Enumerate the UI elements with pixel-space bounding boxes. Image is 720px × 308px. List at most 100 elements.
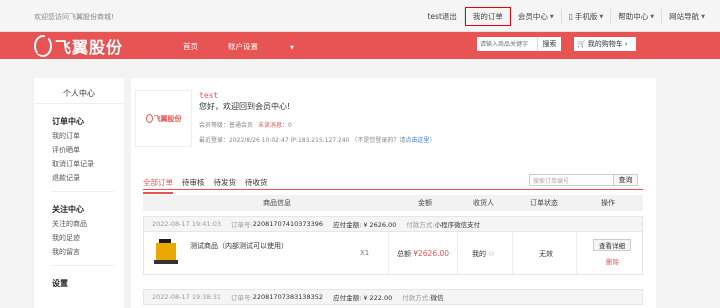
view-details-button[interactable]: 查看详细 — [593, 239, 631, 251]
last-login: 最近登录：2022/8/26 10:02:47 IP:183.215.127.2… — [199, 135, 435, 144]
sidebar-item-messages[interactable]: 我的留言 — [52, 247, 124, 257]
order-row: 2022-08-17 19:38:31 订单号: 2208170738313835… — [143, 289, 643, 305]
site-nav-label: 网站导航 — [669, 12, 700, 21]
mobile-link[interactable]: ▯ 手机版 ▼ — [562, 9, 612, 24]
tab-pending-shipment[interactable]: 待发货 — [214, 177, 237, 194]
header: 飞翼股份 首页 账户设置 ▼ 搜索 🛒 我的购物车 › — [0, 32, 720, 59]
person-icon: ⚇ — [488, 250, 495, 258]
username: test — [199, 91, 219, 100]
level-value: 普通会员 — [229, 122, 254, 129]
logout-link[interactable]: test退出 — [421, 9, 465, 24]
last-login-value: 2022/8/26 10:02:47 IP:183.215.127.240 — [229, 137, 350, 144]
order-body: 测试商品（内部测试可以使用） X1 总额 ¥2626.00 我的 ⚇ 无效 查看… — [144, 232, 642, 274]
help-center-label: 帮助中心 — [618, 12, 649, 21]
profile-logo-text: 飞翼股份 — [153, 113, 182, 123]
pay-method: 小程序微信支付 — [434, 221, 481, 229]
main-content: 飞翼股份 test 您好，欢迎回到会员中心! 会员等级：普通会员 未读消息：0 … — [131, 78, 656, 308]
sidebar-item-my-orders[interactable]: 我的订单 — [52, 131, 124, 141]
sidebar-item-cancelled[interactable]: 取消订单记录 — [52, 159, 124, 169]
tab-all-orders[interactable]: 全部订单 — [143, 177, 173, 194]
tab-underline — [143, 189, 643, 190]
pay-label: 付款方式: — [406, 221, 435, 229]
order-tabs: 全部订单 待审核 待发货 待收货 — [143, 177, 277, 194]
tab-pending-review[interactable]: 待审核 — [182, 177, 205, 194]
top-links: test退出 我的订单 会员中心 ▼ ▯ 手机版 ▼ 帮助中心 ▼ 网站导航 ▼ — [421, 7, 712, 26]
order-search-button[interactable]: 查询 — [614, 174, 638, 186]
top-bar: 欢迎您访问飞翼股份商城! test退出 我的订单 会员中心 ▼ ▯ 手机版 ▼ 帮助中… — [0, 0, 720, 32]
order-status: 无效 — [539, 250, 553, 258]
chevron-down-icon: ▼ — [290, 45, 294, 51]
cart-label: 我的购物车 — [587, 40, 623, 48]
site-logo[interactable]: 飞翼股份 — [34, 34, 123, 58]
total-label: 总额 — [397, 250, 411, 258]
delete-link[interactable]: 删除 — [606, 256, 619, 266]
profile-logo: 飞翼股份 — [145, 113, 182, 124]
order-total: 总额 ¥2626.00 — [397, 249, 449, 259]
sidebar-item-footprints[interactable]: 我的足迹 — [52, 233, 124, 243]
product-name[interactable]: 测试商品（内部测试可以使用） — [190, 242, 288, 251]
unread-label[interactable]: 未读消息： — [258, 122, 288, 129]
chevron-down-icon: ▼ — [650, 13, 655, 20]
col-receiver: 收货人 — [473, 199, 494, 207]
order-search: 搜索订单编号 查询 — [529, 174, 638, 186]
last-login-note: （不是您登录的？请 — [351, 137, 406, 144]
chevron-down-icon: ▼ — [599, 13, 604, 20]
order-row: 2022-08-17 19:41:03 订单号: 2208170741037339… — [143, 216, 643, 275]
my-orders-link[interactable]: 我的订单 — [464, 7, 511, 26]
user-info: test 您好，欢迎回到会员中心! 会员等级：普通会员 未读消息：0 最近登录：… — [199, 91, 435, 144]
table-header: 商品信息 金额 收货人 订单状态 操作 — [143, 195, 643, 211]
product-image-part — [156, 243, 176, 261]
order-no-label: 订单号: — [231, 221, 253, 229]
sidebar-heading: 设置 — [52, 279, 68, 288]
divider — [388, 232, 389, 274]
click-here-link[interactable]: 点击这里 — [405, 137, 429, 144]
col-status: 订单状态 — [530, 199, 558, 207]
sidebar-item-refunds[interactable]: 退款记录 — [52, 173, 124, 183]
sidebar-group-settings: 设置 — [52, 278, 124, 289]
col-actions: 操作 — [601, 199, 615, 207]
sidebar-item-followed-goods[interactable]: 关注的商品 — [52, 219, 124, 229]
order-no: 22081707410373396 — [252, 220, 324, 228]
main-nav: 首页 账户设置 ▼ — [183, 41, 354, 52]
col-amount: 金额 — [418, 199, 432, 207]
help-center-link[interactable]: 帮助中心 ▼ — [611, 9, 663, 24]
divider — [52, 191, 114, 192]
level-label: 会员等级： — [199, 122, 230, 129]
last-login-label: 最近登录： — [199, 137, 230, 144]
order-amount: 应付金额: ¥ 2626.00 — [333, 221, 397, 229]
receiver-name: 我的 — [472, 250, 486, 258]
order-no: 22081707383138352 — [252, 293, 324, 301]
logo-text: 飞翼股份 — [55, 38, 124, 57]
search-input[interactable] — [477, 37, 537, 51]
cart-button[interactable]: 🛒 我的购物车 › — [574, 37, 636, 51]
receiver: 我的 ⚇ — [472, 249, 495, 259]
chevron-down-icon: ▼ — [549, 13, 554, 20]
search-button[interactable]: 搜索 — [537, 37, 561, 51]
product-image[interactable] — [150, 236, 182, 268]
sidebar-heading: 订单中心 — [52, 117, 84, 126]
nav-home[interactable]: 首页 — [183, 41, 198, 52]
order-no-label: 订单号: — [231, 294, 253, 302]
tab-pending-receipt[interactable]: 待收货 — [245, 177, 268, 194]
order-header: 2022-08-17 19:38:31 订单号: 2208170738313835… — [144, 290, 642, 305]
nav-account-settings[interactable]: 账户设置 ▼ — [228, 41, 324, 52]
chevron-right-icon: › — [624, 40, 628, 48]
sidebar-group-follow: 关注中心 关注的商品 我的足迹 我的留言 — [52, 204, 124, 266]
order-header: 2022-08-17 19:41:03 订单号: 2208170741037339… — [144, 217, 642, 232]
sidebar-group-orders: 订单中心 我的订单 评价晒单 取消订单记录 退款记录 — [52, 116, 124, 192]
sidebar-item-reviews[interactable]: 评价晒单 — [52, 145, 124, 155]
order-search-input[interactable]: 搜索订单编号 — [529, 174, 614, 186]
sidebar-title: 个人中心 — [34, 88, 124, 104]
order-amount: 应付金额: ¥ 222.00 — [333, 294, 393, 302]
phone-icon: ▯ — [568, 12, 573, 21]
site-nav-link[interactable]: 网站导航 ▼ — [662, 9, 712, 24]
cart-icon: 🛒 — [577, 40, 586, 48]
avatar: 飞翼股份 — [135, 90, 192, 147]
member-center-link[interactable]: 会员中心 ▼ — [511, 9, 562, 24]
sidebar-heading: 关注中心 — [52, 205, 84, 214]
col-product: 商品信息 — [263, 199, 291, 207]
product-image-part — [154, 260, 178, 264]
site-search: 搜索 — [477, 37, 561, 51]
unread-value: 0 — [287, 122, 292, 129]
logo-icon — [145, 114, 153, 123]
